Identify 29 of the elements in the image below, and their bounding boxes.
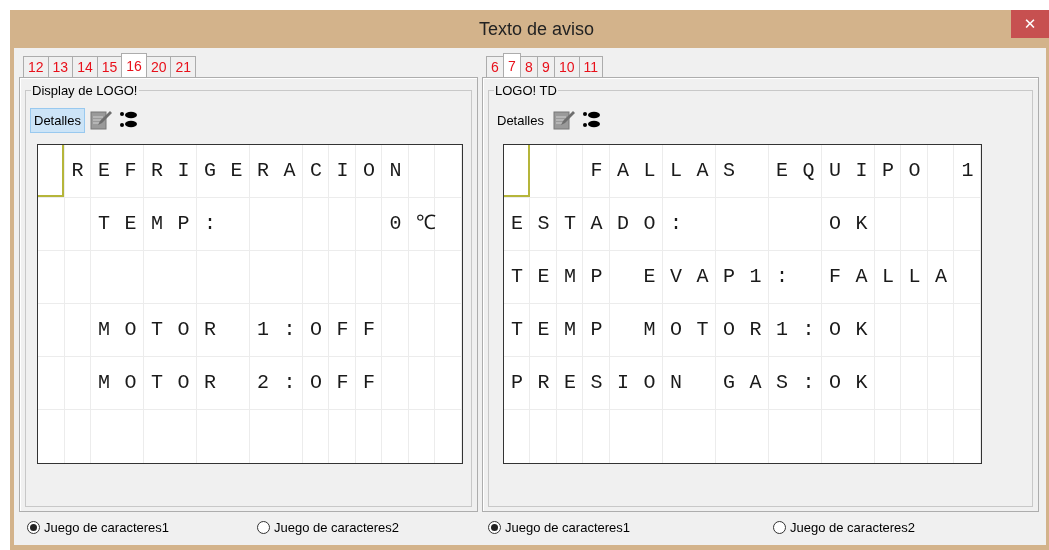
charset-radio[interactable]: Juego de caracteres2 [257,520,400,535]
display-line: TEMP EVAP1: FALLA [510,265,962,288]
cursor-mark [38,145,64,197]
notepad-pencil-icon[interactable] [88,109,113,131]
group-title: LOGO! TD [494,83,558,98]
tab[interactable]: 7 [503,53,521,77]
display-line: MOTOR 2:OFF [97,371,390,394]
details-button[interactable]: Detalles [30,107,85,133]
display-line: TEMP: 0℃ [97,212,451,235]
display-line: TEMP MOTOR1:OK [510,318,883,341]
tab[interactable]: 11 [578,56,604,77]
window-title: Texto de aviso [478,18,595,40]
notepad-pencil-icon[interactable] [551,109,576,131]
charset-radio[interactable]: Juego de caracteres2 [773,520,916,535]
tab[interactable]: 12 [23,56,49,77]
tab[interactable]: 21 [170,56,197,77]
display-line: ESTADO: OK [510,212,883,235]
cursor-mark [504,145,530,197]
tab[interactable]: 6 [486,56,504,77]
charset-radio[interactable]: Juego de caracteres1 [488,520,631,535]
display-line: MOTOR 1:OFF [97,318,390,341]
display-line: PRESION GAS:OK [510,371,883,394]
close-button[interactable]: ✕ [1011,10,1049,38]
details-button[interactable]: Detalles [493,107,548,133]
display-line: FALLAS EQUIPO 1 [589,159,989,182]
group-title: Display de LOGO! [31,83,139,98]
charset-radio[interactable]: Juego de caracteres1 [27,520,170,535]
tab[interactable]: 16 [121,53,147,77]
display-line: REFRIGERACION [70,159,417,182]
